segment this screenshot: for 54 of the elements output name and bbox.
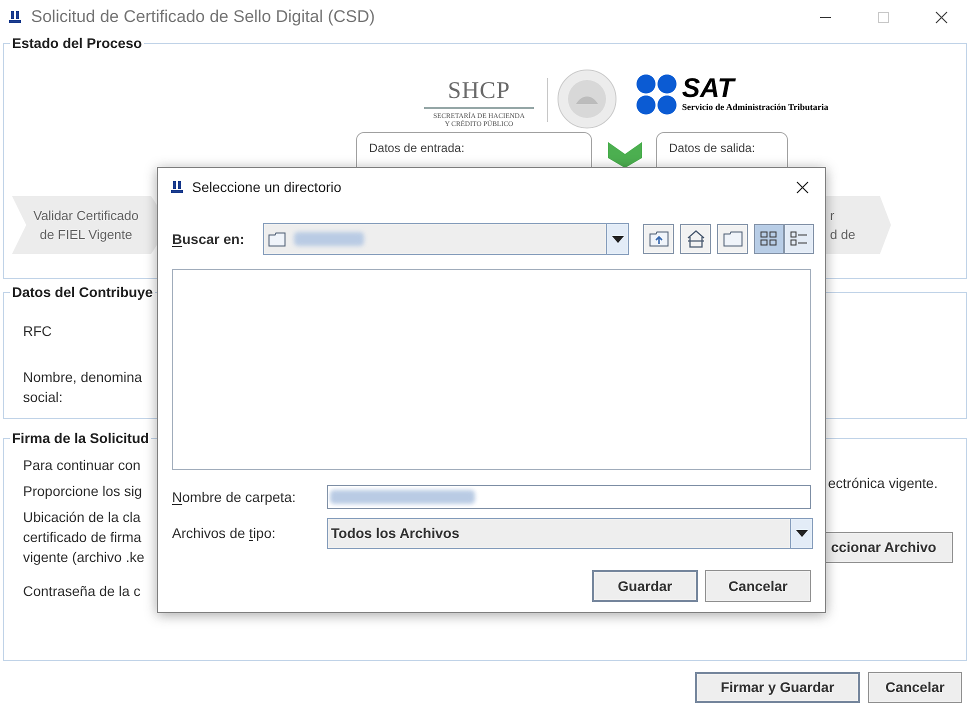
list-view-icon bbox=[760, 231, 778, 247]
box-title: Datos de salida: bbox=[669, 141, 756, 155]
instruction-text: Ubicación de la cla bbox=[23, 508, 141, 527]
shcp-logo-text: SHCP bbox=[448, 78, 510, 104]
close-icon bbox=[796, 180, 808, 194]
close-icon bbox=[934, 10, 948, 24]
step-label: Validar Certificado bbox=[33, 207, 139, 225]
section-title: Datos del Contribuye bbox=[11, 283, 154, 302]
instruction-text: ectrónica vigente. bbox=[828, 474, 938, 493]
sat-logo-subtitle: Servicio de Administración Tributaria bbox=[682, 101, 828, 114]
details-view-icon bbox=[790, 231, 808, 247]
section-title: Firma de la Solicitud bbox=[11, 429, 150, 448]
toolbar-button[interactable] bbox=[680, 224, 711, 254]
step-label: r bbox=[830, 207, 834, 225]
app-icon bbox=[8, 10, 22, 24]
section-title: Estado del Proceso bbox=[11, 34, 143, 53]
look-in-label: Buscar en: bbox=[172, 230, 246, 248]
folder-icon bbox=[722, 231, 742, 247]
seal-icon bbox=[556, 68, 618, 130]
instruction-text: Proporcione los sig bbox=[23, 482, 142, 501]
dialog-title: Seleccione un directorio bbox=[192, 178, 342, 196]
folder-name-field[interactable] bbox=[327, 485, 811, 509]
file-type-label: Archivos de tipo: bbox=[172, 524, 277, 543]
chevron-down-icon bbox=[608, 142, 642, 168]
toolbar-button[interactable] bbox=[717, 224, 748, 254]
blurred-text bbox=[294, 232, 364, 246]
dialog-button[interactable]: Cancelar bbox=[705, 570, 811, 602]
toolbar-button[interactable] bbox=[643, 224, 674, 254]
instruction-text: certificado de firma bbox=[23, 528, 142, 547]
home-icon bbox=[686, 230, 706, 248]
folder-name-label: Nombre de carpeta: bbox=[172, 488, 297, 507]
action-button[interactable]: Cancelar bbox=[868, 672, 962, 703]
field-label: Nombre, denomina bbox=[23, 368, 142, 387]
instruction-text: vigente (archivo .ke bbox=[23, 548, 144, 567]
step-label: d de bbox=[830, 226, 856, 244]
instruction-text: Contraseña de la c bbox=[23, 582, 141, 601]
folder-icon bbox=[268, 232, 286, 246]
field-label: social: bbox=[23, 388, 63, 407]
view-toggle-button[interactable] bbox=[754, 224, 784, 254]
folder-up-icon bbox=[648, 231, 668, 247]
dropdown-arrow-icon bbox=[796, 530, 808, 537]
action-button[interactable]: Firmar y Guardar bbox=[695, 672, 860, 703]
box-title: Datos de entrada: bbox=[369, 141, 464, 155]
sat-logo-text: SAT bbox=[682, 75, 737, 102]
window-title: Solicitud de Certificado de Sello Digital (CSD) bbox=[31, 6, 375, 28]
field-label: RFC bbox=[23, 322, 52, 341]
file-type-dropdown[interactable]: Todos los Archivos bbox=[327, 518, 813, 549]
step-label: de FIEL Vigente bbox=[40, 226, 132, 244]
instruction-text: Para continuar con bbox=[23, 456, 141, 475]
sat-logo-icon bbox=[636, 74, 678, 116]
dialog-button[interactable]: Guardar bbox=[592, 570, 698, 602]
dropdown-arrow-icon bbox=[612, 236, 624, 242]
app-icon bbox=[170, 180, 184, 194]
view-toggle-button[interactable] bbox=[784, 224, 814, 254]
